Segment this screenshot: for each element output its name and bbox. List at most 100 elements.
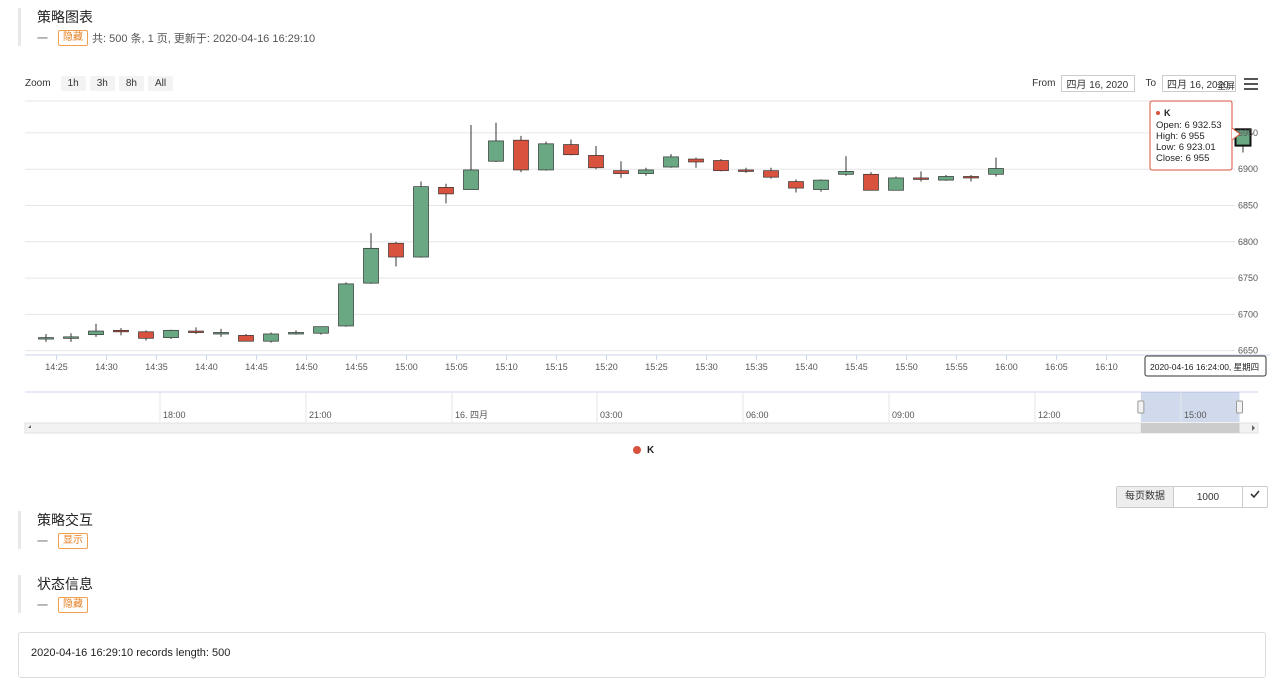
navigator-tick-label: 16. 四月	[455, 410, 488, 420]
page-size-input[interactable]	[1174, 487, 1242, 507]
y-tick-label: 6800	[1238, 237, 1258, 247]
candle	[138, 330, 154, 341]
candle-body	[738, 169, 754, 172]
navigator-tick-label: 18:00	[163, 410, 186, 420]
candle-body	[588, 155, 604, 169]
navigator-tick-label: 09:00	[892, 410, 915, 420]
candle	[113, 328, 129, 336]
x-tick-label: 15:10	[495, 362, 518, 372]
candle-body	[688, 158, 704, 163]
candle-body	[938, 176, 954, 181]
navigator[interactable]: 18:00 21:00 16. 四月 03:00 06:00 09:00 12:00 15:0…	[24, 391, 1259, 434]
candle	[63, 333, 79, 342]
candle-body	[963, 176, 979, 179]
candle	[738, 167, 754, 173]
candle	[363, 233, 379, 284]
navigator-handle[interactable]	[1137, 400, 1145, 414]
show-interaction-toggle[interactable]: 显示	[58, 533, 88, 549]
candle-body	[538, 143, 554, 171]
candle	[263, 332, 279, 343]
candle	[813, 179, 829, 192]
candle	[663, 153, 679, 168]
y-tick-label: 6750	[1238, 273, 1258, 283]
candle-body	[413, 186, 429, 258]
candle	[788, 179, 804, 193]
x-tick-label: 15:25	[645, 362, 668, 372]
x-tick-label: 16:10	[1095, 362, 1118, 372]
candle-body	[138, 331, 154, 339]
candle-body	[663, 156, 679, 168]
tooltip-series-dot	[1156, 111, 1160, 115]
candle	[163, 329, 179, 340]
x-axis: 14:25 14:30 14:35 14:40 14:45 14:50 14:55 15:00…	[45, 355, 1118, 372]
tooltip-high: High: 6 955	[1156, 131, 1205, 142]
candle-body	[638, 169, 654, 174]
interaction-subline: 一 显示	[37, 533, 93, 549]
candle-body	[913, 177, 929, 180]
legend-k-label: K	[647, 445, 655, 456]
candle	[38, 333, 54, 342]
candle-body	[388, 242, 404, 258]
candle	[913, 171, 929, 182]
candlestick-chart: 14:25 14:30 14:35 14:40 14:45 14:50 14:55 15:00…	[24, 100, 1270, 456]
tooltip: K Open: 6 932.53 High: 6 955 Low: 6 923.…	[1149, 100, 1241, 171]
candle-body	[313, 326, 329, 334]
x-tick-label: 14:40	[195, 362, 218, 372]
x-tick-label: 14:50	[295, 362, 318, 372]
check-icon[interactable]	[1242, 487, 1267, 507]
candle	[388, 241, 404, 267]
candle-body	[113, 329, 129, 333]
x-tick-label: 14:55	[345, 362, 368, 372]
status-collapse-dash[interactable]: 一	[37, 597, 48, 613]
x-tick-label: 15:05	[445, 362, 468, 372]
strategy-interaction-header: 策略交互 一 显示	[18, 511, 93, 549]
tooltip-open: Open: 6 932.53	[1156, 120, 1222, 131]
candles	[38, 122, 1252, 343]
candle-body	[488, 140, 504, 162]
candle	[988, 157, 1004, 177]
candle-body	[188, 330, 204, 333]
x-tick-label: 15:45	[845, 362, 868, 372]
tooltip-close: Close: 6 955	[1156, 153, 1209, 164]
candle-body	[38, 337, 54, 340]
candle	[538, 141, 554, 171]
x-tick-label: 15:50	[895, 362, 918, 372]
candle	[463, 124, 479, 190]
candle	[688, 157, 704, 168]
candle-body	[63, 336, 79, 339]
navigator-tick-label: 15:00	[1184, 410, 1207, 420]
candle	[863, 172, 879, 191]
candle	[938, 175, 954, 181]
navigator-handle[interactable]	[1236, 400, 1244, 414]
x-tick-label: 14:35	[145, 362, 168, 372]
page-size-control: 每页数据	[1116, 486, 1268, 508]
candle	[88, 323, 104, 337]
tooltip-low: Low: 6 923.01	[1156, 142, 1216, 153]
navigator-scrollbar-thumb[interactable]	[1140, 423, 1240, 433]
candle	[238, 333, 254, 342]
candle-body	[888, 177, 904, 191]
candle-body	[363, 247, 379, 284]
candle	[438, 183, 454, 204]
candle	[563, 139, 579, 156]
status-log: 2020-04-16 16:29:10 records length: 500	[18, 632, 1266, 678]
candle-body	[988, 168, 1004, 175]
x-tick-label: 14:30	[95, 362, 118, 372]
status-log-text: 2020-04-16 16:29:10 records length: 500	[31, 647, 231, 659]
y-axis: 6650 6700 6750 6800 6850 6900 6950	[1238, 128, 1258, 356]
hide-status-toggle[interactable]: 隐藏	[58, 597, 88, 613]
interaction-collapse-dash[interactable]: 一	[37, 533, 48, 549]
candle	[588, 145, 604, 170]
navigator-tick-label: 03:00	[600, 410, 623, 420]
candle-body	[463, 169, 479, 190]
hover-time-text: 2020-04-16 16:24:00, 星期四	[1150, 362, 1259, 372]
legend[interactable]: K	[633, 445, 655, 456]
candle-body	[813, 179, 829, 190]
y-tick-label: 6900	[1238, 164, 1258, 174]
candle-body	[213, 332, 229, 335]
hover-time-label: 2020-04-16 16:24:00, 星期四	[1144, 355, 1267, 377]
y-tick-label: 6950	[1238, 128, 1258, 138]
candle	[213, 328, 229, 337]
navigator-scrollbar-track[interactable]	[24, 422, 1259, 434]
candle-body	[713, 160, 729, 172]
